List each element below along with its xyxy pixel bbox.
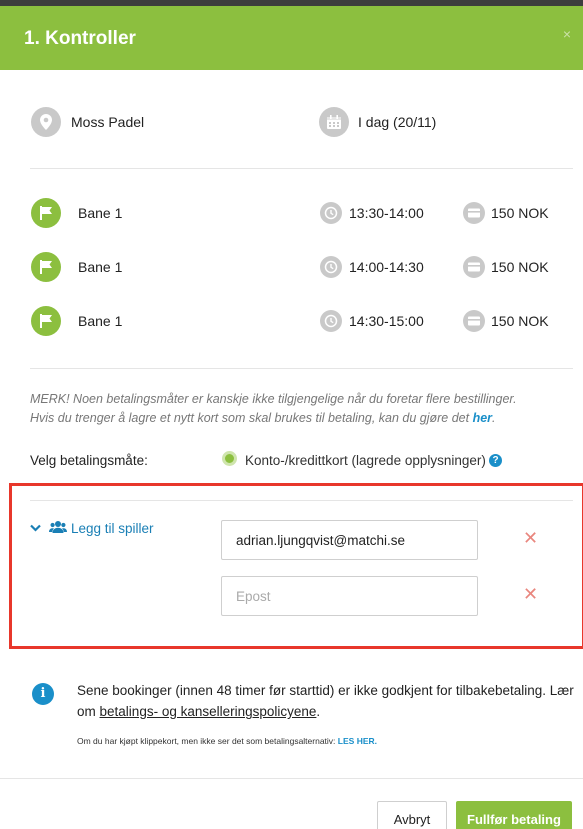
flag-icon [31,252,61,282]
payment-method-label: Velg betalingsmåte: [30,453,148,468]
save-card-link[interactable]: her [473,411,492,425]
player-email-empty-input[interactable] [221,576,478,616]
court-row: Bane 1 14:30-15:00 150 NOK [0,302,583,338]
court-time: 13:30-14:00 [349,205,424,221]
court-time: 14:00-14:30 [349,259,424,275]
divider [0,778,583,779]
divider [30,500,573,501]
credit-card-icon [463,202,485,224]
court-name: Bane 1 [78,313,123,329]
court-time: 14:30-15:00 [349,313,424,329]
modal-header: 1. Kontroller × [0,6,583,70]
punch-card-note: Om du har kjøpt klippekort, men ikke ser… [77,736,377,746]
venue-name: Moss Padel [71,114,145,130]
court-row: Bane 1 14:00-14:30 150 NOK [0,248,583,284]
divider [30,168,573,169]
court-row: Bane 1 13:30-14:00 150 NOK [0,194,583,230]
policy-link[interactable]: betalings- og kanselleringspolicyene [100,704,317,719]
clock-icon [320,202,342,224]
booking-date: I dag (20/11) [358,114,437,130]
add-player-label: Legg til spiller [71,520,154,536]
read-here-link[interactable]: LES HER. [338,736,377,746]
highlight-box [9,483,583,649]
chevron-down-icon [30,521,41,535]
player-email-input[interactable] [221,520,478,560]
info-icon: i [32,683,54,705]
notice-line-2: Hvis du trenger å lagre et nytt kort som… [30,411,470,425]
calendar-icon [319,107,349,137]
cancel-button[interactable]: Avbryt [377,801,447,829]
court-price: 150 NOK [491,205,549,221]
location-pin-icon [31,107,61,137]
clock-icon [320,310,342,332]
court-name: Bane 1 [78,259,123,275]
clock-icon [320,256,342,278]
refund-info: Sene bookinger (innen 48 timer før start… [77,680,577,722]
complete-payment-button[interactable]: Fullfør betaling [456,801,572,829]
court-name: Bane 1 [78,205,123,221]
notice-line-1: MERK! Noen betalingsmåter er kanskje ikk… [30,392,517,406]
credit-card-icon [463,310,485,332]
add-player-toggle[interactable]: Legg til spiller [30,520,154,536]
court-price: 150 NOK [491,259,549,275]
flag-icon [31,198,61,228]
remove-player-icon[interactable]: ✕ [523,584,538,605]
users-icon [49,520,67,536]
payment-option-label[interactable]: Konto-/kredittkort (lagrede opplysninger… [245,453,486,468]
close-icon[interactable]: × [563,26,571,42]
divider [30,368,573,369]
punch-card-text: Om du har kjøpt klippekort, men ikke ser… [77,736,336,746]
payment-radio-selected[interactable] [222,451,237,466]
flag-icon [31,306,61,336]
remove-player-icon[interactable]: ✕ [523,528,538,549]
notice-end: . [492,411,496,425]
booking-summary: Moss Padel I dag (20/11) [0,104,583,140]
help-icon[interactable]: ? [489,454,502,467]
credit-card-icon [463,256,485,278]
court-price: 150 NOK [491,313,549,329]
payment-notice: MERK! Noen betalingsmåter er kanskje ikk… [30,390,575,428]
modal-title: 1. Kontroller [24,28,136,49]
refund-info-end: . [316,704,321,719]
